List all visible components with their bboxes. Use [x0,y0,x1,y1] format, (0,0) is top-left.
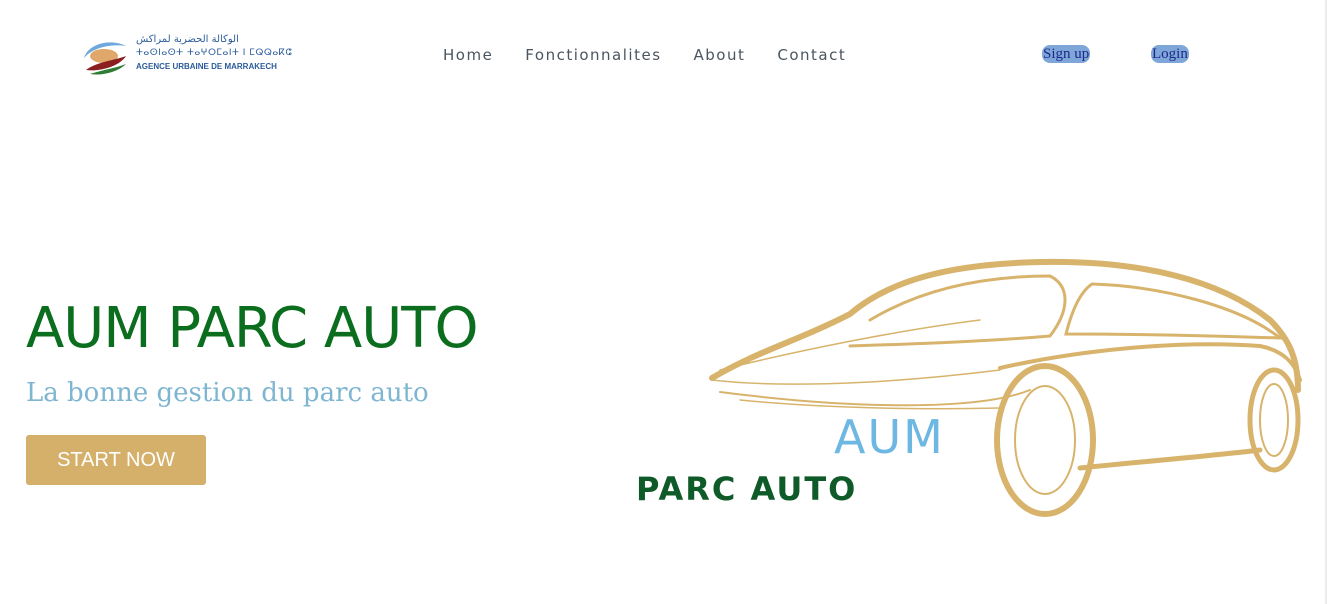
hero-title: AUM PARC AUTO [26,296,479,361]
nav-about[interactable]: About [694,46,746,64]
agency-logo-icon [84,42,126,75]
signup-button[interactable]: Sign up [1042,45,1091,63]
nav-home[interactable]: Home [443,46,493,64]
logo-tifinagh-text: ⵜⴰⵙⵏⴰⵙⵜ ⵜⴰⵖⵔⵎⴰⵏⵜ ⵏ ⵎⵕⵕⴰⴽⵛ [136,48,293,58]
start-now-button[interactable]: START NOW [26,435,206,485]
logo-arabic-text: الوكالة الحضرية لمراكش [136,34,239,45]
logo-french-text: AGENCE URBAINE DE MARRAKECH [136,62,277,71]
nav-fonctionnalites[interactable]: Fonctionnalites [525,46,661,64]
art-aum-text: AUM [834,410,945,464]
hero-subtitle: La bonne gestion du parc auto [26,378,429,408]
nav-contact[interactable]: Contact [777,46,846,64]
agency-logo[interactable]: الوكالة الحضرية لمراكش ⵜⴰⵙⵏⴰⵙⵜ ⵜⴰⵖⵔⵎⴰⵏⵜ … [80,34,292,76]
main-nav: Home Fonctionnalites About Contact [443,46,878,64]
login-button[interactable]: Login [1151,45,1189,63]
art-parc-auto-text: PARC AUTO [636,470,858,508]
